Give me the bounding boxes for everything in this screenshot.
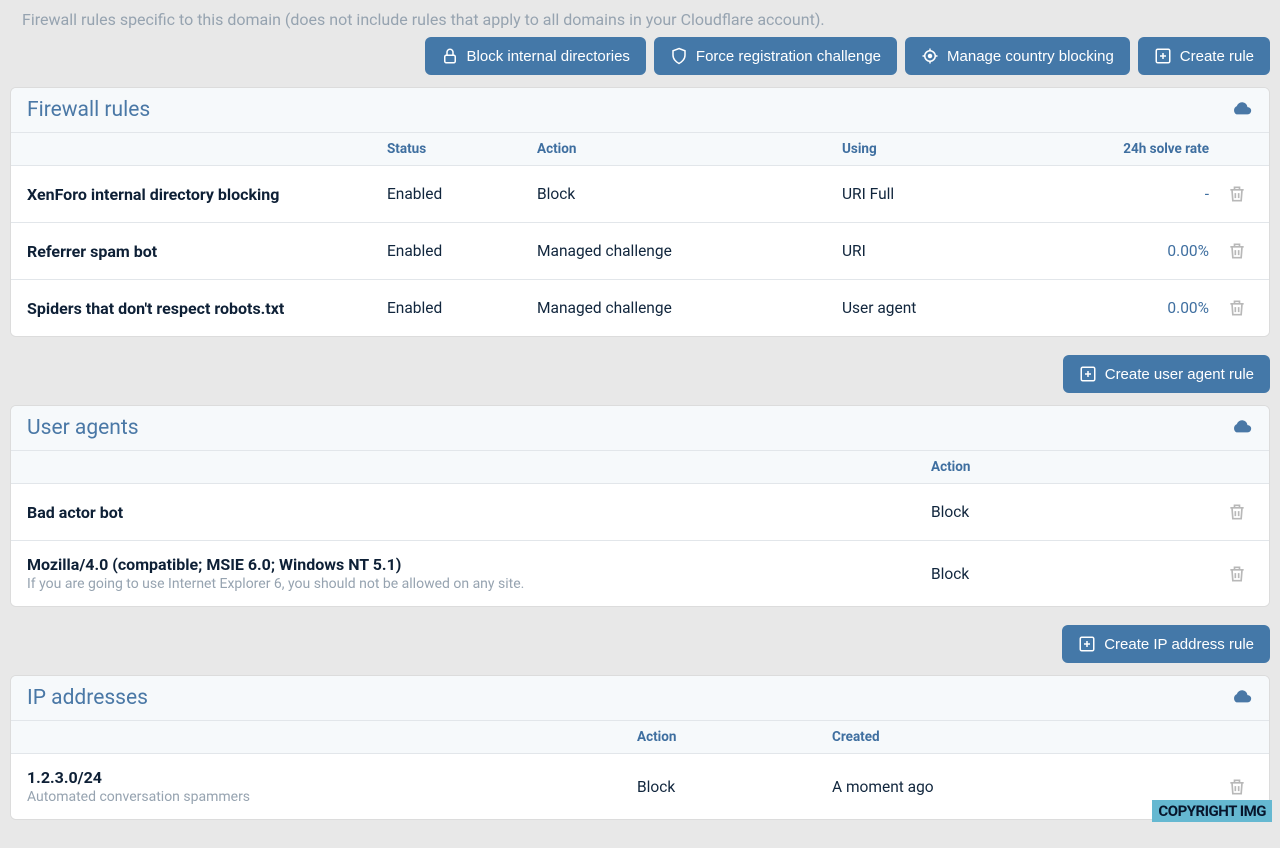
- firewall-rule-row[interactable]: Referrer spam bot Enabled Managed challe…: [11, 223, 1269, 280]
- ua-action: Block: [931, 565, 1221, 583]
- rule-rate: 0.00%: [1052, 242, 1221, 260]
- watermark-badge: COPYRIGHT IMG: [1152, 800, 1272, 822]
- force-registration-challenge-button[interactable]: Force registration challenge: [654, 37, 897, 75]
- user-agents-panel: User agents Action Bad actor bot Block: [10, 405, 1270, 607]
- rule-action: Block: [537, 185, 842, 203]
- rule-name: Spiders that don't respect robots.txt: [27, 299, 387, 318]
- trash-icon: [1227, 502, 1247, 522]
- panel-title: IP addresses: [27, 686, 148, 710]
- ip-created: A moment ago: [832, 778, 1221, 796]
- cloud-icon: [1231, 100, 1253, 120]
- ip-action: Block: [637, 778, 832, 796]
- ua-subtext: If you are going to use Internet Explore…: [27, 576, 931, 592]
- plus-icon: [1078, 635, 1096, 653]
- ip-toolbar: Create IP address rule: [10, 625, 1270, 675]
- rule-name: Referrer spam bot: [27, 242, 387, 261]
- col-action: Action: [931, 459, 1221, 475]
- button-label: Create rule: [1180, 48, 1254, 65]
- firewall-rule-row[interactable]: XenForo internal directory blocking Enab…: [11, 166, 1269, 223]
- button-label: Create IP address rule: [1104, 636, 1254, 653]
- rule-rate: 0.00%: [1052, 299, 1221, 317]
- button-label: Block internal directories: [467, 48, 630, 65]
- col-status: Status: [387, 141, 537, 157]
- cloud-icon: [1231, 688, 1253, 708]
- create-user-agent-rule-button[interactable]: Create user agent rule: [1063, 355, 1270, 393]
- create-rule-button[interactable]: Create rule: [1138, 37, 1270, 75]
- user-agents-toolbar: Create user agent rule: [10, 355, 1270, 405]
- manage-country-blocking-button[interactable]: Manage country blocking: [905, 37, 1130, 75]
- shield-icon: [670, 47, 688, 65]
- col-created: Created: [832, 729, 1221, 745]
- lock-icon: [441, 47, 459, 65]
- firewall-rules-panel: Firewall rules Status Action Using 24h s…: [10, 87, 1270, 337]
- ua-columns: Action: [11, 451, 1269, 484]
- panel-title: User agents: [27, 416, 139, 440]
- panel-header: IP addresses: [11, 676, 1269, 721]
- rule-name: XenForo internal directory blocking: [27, 185, 387, 204]
- rule-status: Enabled: [387, 242, 537, 260]
- ip-subtext: Automated conversation spammers: [27, 789, 637, 805]
- main-toolbar: Block internal directories Force registr…: [10, 37, 1270, 87]
- target-icon: [921, 47, 939, 65]
- rule-action: Managed challenge: [537, 242, 842, 260]
- rule-status: Enabled: [387, 299, 537, 317]
- rule-using: User agent: [842, 299, 1052, 317]
- trash-icon: [1227, 298, 1247, 318]
- ua-action: Block: [931, 503, 1221, 521]
- firewall-columns: Status Action Using 24h solve rate: [11, 133, 1269, 166]
- user-agent-row[interactable]: Mozilla/4.0 (compatible; MSIE 6.0; Windo…: [11, 541, 1269, 606]
- delete-button[interactable]: [1223, 294, 1251, 322]
- user-agent-row[interactable]: Bad actor bot Block: [11, 484, 1269, 541]
- plus-icon: [1154, 47, 1172, 65]
- create-ip-address-rule-button[interactable]: Create IP address rule: [1062, 625, 1270, 663]
- delete-button[interactable]: [1223, 773, 1251, 801]
- trash-icon: [1227, 241, 1247, 261]
- plus-icon: [1079, 365, 1097, 383]
- trash-icon: [1227, 564, 1247, 584]
- button-label: Force registration challenge: [696, 48, 881, 65]
- button-label: Create user agent rule: [1105, 366, 1254, 383]
- delete-button[interactable]: [1223, 498, 1251, 526]
- panel-title: Firewall rules: [27, 98, 150, 122]
- ua-name: Bad actor bot: [27, 503, 931, 522]
- rule-using: URI Full: [842, 185, 1052, 203]
- col-using: Using: [842, 141, 1052, 157]
- trash-icon: [1227, 777, 1247, 797]
- trash-icon: [1227, 184, 1247, 204]
- rule-rate: -: [1052, 185, 1221, 203]
- delete-button[interactable]: [1223, 560, 1251, 588]
- rule-status: Enabled: [387, 185, 537, 203]
- block-internal-directories-button[interactable]: Block internal directories: [425, 37, 646, 75]
- cloud-icon: [1231, 418, 1253, 438]
- ip-addresses-panel: IP addresses Action Created 1.2.3.0/24 A…: [10, 675, 1270, 820]
- col-action: Action: [537, 141, 842, 157]
- ua-name: Mozilla/4.0 (compatible; MSIE 6.0; Windo…: [27, 555, 931, 574]
- ip-columns: Action Created: [11, 721, 1269, 754]
- firewall-rule-row[interactable]: Spiders that don't respect robots.txt En…: [11, 280, 1269, 336]
- delete-button[interactable]: [1223, 237, 1251, 265]
- panel-header: User agents: [11, 406, 1269, 451]
- rule-action: Managed challenge: [537, 299, 842, 317]
- ip-row[interactable]: 1.2.3.0/24 Automated conversation spamme…: [11, 754, 1269, 819]
- ip-name: 1.2.3.0/24: [27, 768, 637, 787]
- col-action: Action: [637, 729, 832, 745]
- page-description: Firewall rules specific to this domain (…: [10, 0, 1270, 37]
- button-label: Manage country blocking: [947, 48, 1114, 65]
- col-rate: 24h solve rate: [1052, 141, 1221, 157]
- delete-button[interactable]: [1223, 180, 1251, 208]
- panel-header: Firewall rules: [11, 88, 1269, 133]
- rule-using: URI: [842, 242, 1052, 260]
